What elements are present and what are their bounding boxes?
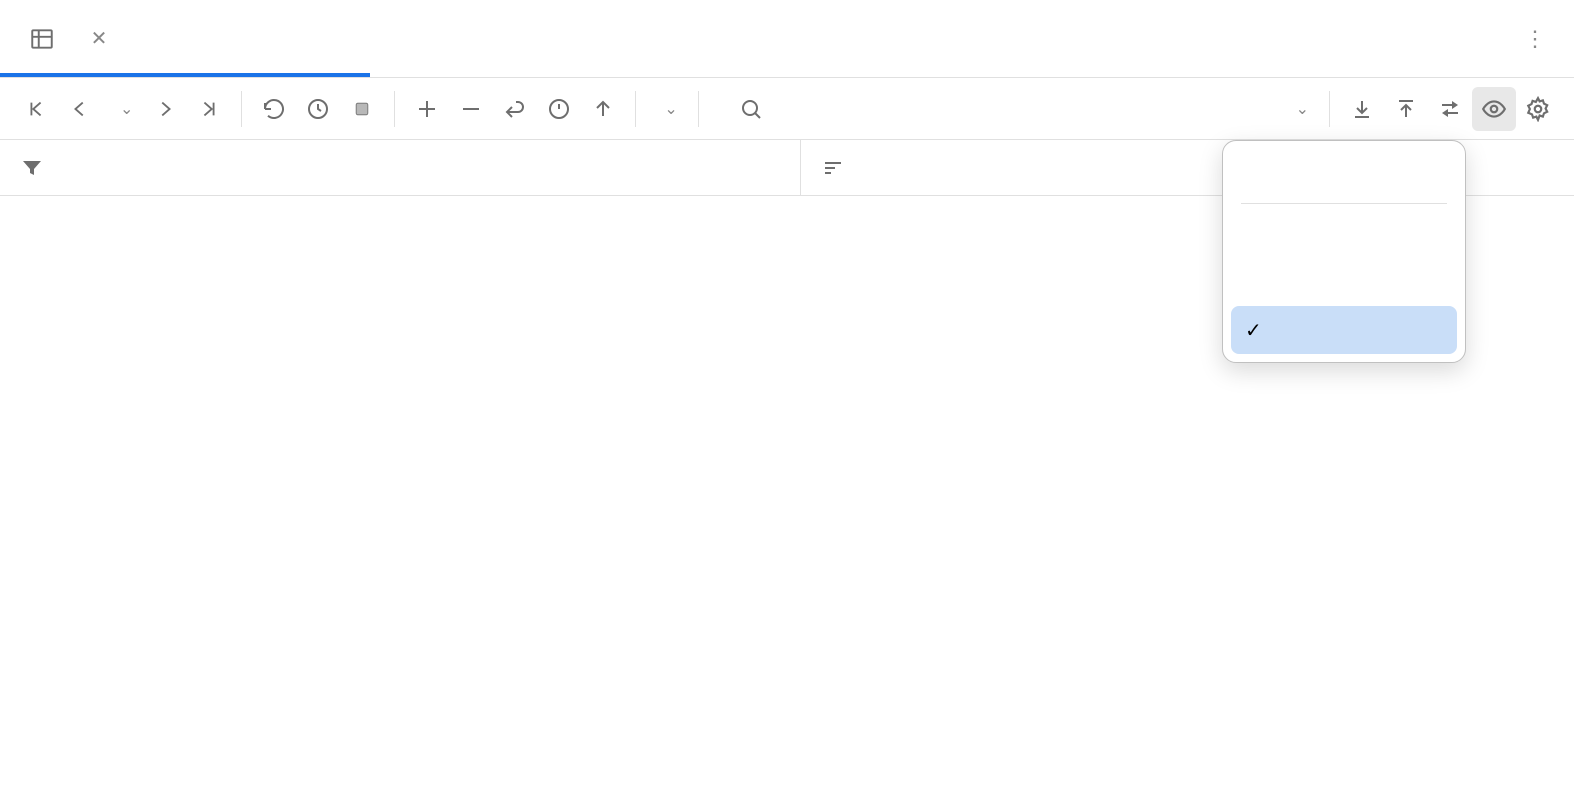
- separator: [698, 91, 699, 127]
- last-page-button[interactable]: [187, 87, 231, 131]
- stop-button[interactable]: [340, 87, 384, 131]
- filter-icon: [18, 154, 46, 182]
- tab-overflow-icon[interactable]: ⋮: [1520, 22, 1550, 56]
- separator: [1241, 203, 1447, 204]
- menu-item-transpose[interactable]: [1231, 149, 1457, 197]
- tab-underline: [0, 73, 370, 77]
- chevron-down-icon: ⌄: [1296, 99, 1309, 119]
- row-count-dropdown[interactable]: ⌄: [102, 99, 143, 119]
- chevron-down-icon: ⌄: [120, 99, 133, 119]
- revert-button[interactable]: [493, 87, 537, 131]
- separator: [635, 91, 636, 127]
- upload-button[interactable]: [1384, 87, 1428, 131]
- toolbar-right-group: ⌄: [1278, 87, 1560, 131]
- menu-item-tree[interactable]: [1231, 258, 1457, 306]
- separator: [394, 91, 395, 127]
- prev-page-button[interactable]: [58, 87, 102, 131]
- settings-button[interactable]: [1516, 87, 1560, 131]
- tab-bar: ✕ ⋮: [0, 0, 1574, 78]
- where-filter[interactable]: [0, 140, 800, 195]
- add-row-button[interactable]: [405, 87, 449, 131]
- close-icon[interactable]: ✕: [90, 30, 108, 48]
- menu-item-text[interactable]: ✓: [1231, 306, 1457, 354]
- next-page-button[interactable]: [143, 87, 187, 131]
- separator: [241, 91, 242, 127]
- menu-item-table[interactable]: [1231, 210, 1457, 258]
- import-button[interactable]: [1428, 87, 1472, 131]
- transaction-mode-dropdown[interactable]: ⌄: [646, 99, 687, 119]
- tab-actor[interactable]: ✕: [20, 0, 116, 78]
- export-format-dropdown[interactable]: ⌄: [1278, 99, 1319, 119]
- check-icon: ✓: [1245, 318, 1262, 343]
- view-mode-button[interactable]: [1472, 87, 1516, 131]
- schedule-button[interactable]: [296, 87, 340, 131]
- chevron-down-icon: ⌄: [664, 99, 677, 119]
- commit-button[interactable]: [581, 87, 625, 131]
- separator: [1329, 91, 1330, 127]
- search-button[interactable]: [729, 87, 773, 131]
- refresh-button[interactable]: [252, 87, 296, 131]
- first-page-button[interactable]: [14, 87, 58, 131]
- remove-row-button[interactable]: [449, 87, 493, 131]
- table-icon: [28, 25, 56, 53]
- sort-icon: [819, 154, 847, 182]
- toolbar: ⌄ ⌄ ⌄: [0, 78, 1574, 140]
- preview-button[interactable]: [537, 87, 581, 131]
- view-mode-menu: ✓: [1222, 140, 1466, 363]
- download-button[interactable]: [1340, 87, 1384, 131]
